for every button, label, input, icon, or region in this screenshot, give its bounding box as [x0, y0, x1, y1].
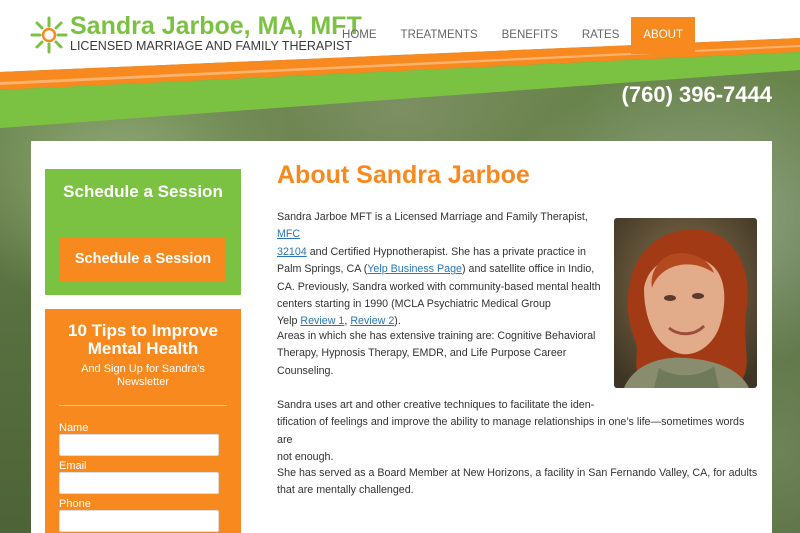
- site-logo[interactable]: Sandra Jarboe, MA, MFT LICENSED MARRIAGE…: [30, 12, 362, 58]
- nav-about[interactable]: ABOUT: [631, 17, 695, 54]
- newsletter-box: 10 Tips to Improve Mental Health And Sig…: [45, 309, 241, 533]
- text-line: that are mentally challenged.: [277, 484, 414, 497]
- newsletter-title-line2: Mental Health: [87, 339, 199, 358]
- text-line: Areas in which she has extensive trainin…: [277, 330, 596, 342]
- nav-treatments[interactable]: TREATMENTS: [389, 17, 490, 54]
- license-link[interactable]: MFC: [277, 228, 300, 240]
- name-field[interactable]: [59, 434, 219, 456]
- text-line: tification of feelings and improve the a…: [277, 416, 745, 446]
- main-nav: HOME TREATMENTS BENEFITS RATES ABOUT: [330, 17, 695, 54]
- review-2-link[interactable]: Review 2: [350, 315, 394, 327]
- nav-rates[interactable]: RATES: [570, 17, 632, 54]
- nav-home[interactable]: HOME: [330, 17, 389, 54]
- yelp-business-link[interactable]: Yelp Business Page: [367, 263, 462, 275]
- site-name: Sandra Jarboe, MA, MFT: [70, 12, 362, 40]
- text-line: Palm Springs, CA (Yelp Business Page) an…: [277, 261, 607, 278]
- board-paragraph: She has served as a Board Member at New …: [277, 465, 761, 500]
- text-line: not enough.: [277, 451, 334, 464]
- content-panel: Schedule a Session Schedule a Session 10…: [31, 141, 772, 533]
- text-line: CA. Previously, Sandra worked with commu…: [277, 280, 601, 293]
- newsletter-title: 10 Tips to Improve Mental Health: [45, 322, 241, 358]
- about-content: About Sandra Jarboe Sandra Jarboe MFT is…: [277, 141, 757, 533]
- text: ).: [394, 315, 401, 328]
- text-line: Counseling.: [277, 364, 334, 377]
- review-1-link[interactable]: Review 1: [300, 315, 344, 327]
- text: Palm Springs, CA (: [277, 263, 368, 276]
- portrait-photo: [614, 218, 757, 388]
- site-tagline: LICENSED MARRIAGE AND FAMILY THERAPIST: [70, 39, 353, 53]
- nav-benefits[interactable]: BENEFITS: [490, 17, 570, 54]
- newsletter-subtitle-line1: And Sign Up for Sandra's: [81, 363, 205, 375]
- page-title: About Sandra Jarboe: [277, 161, 530, 189]
- newsletter-subtitle-line2: Newsletter: [117, 376, 169, 388]
- text: ) and satellite office in Indio,: [461, 263, 595, 276]
- email-label: Email: [59, 460, 87, 472]
- newsletter-divider: [59, 405, 227, 406]
- sun-logo-icon: [30, 16, 68, 54]
- text-line: Sandra uses art and other creative techn…: [277, 399, 595, 411]
- schedule-session-button[interactable]: Schedule a Session: [60, 237, 226, 282]
- schedule-title: Schedule a Session: [63, 182, 223, 201]
- phone-field[interactable]: [59, 510, 219, 532]
- text-line: She has served as a Board Member at New …: [277, 467, 758, 479]
- license-number-link[interactable]: 32104: [277, 246, 307, 258]
- schedule-box: Schedule a Session Schedule a Session: [45, 169, 241, 295]
- email-field[interactable]: [59, 472, 219, 494]
- text: Sandra Jarboe MFT is a Licensed Marriage…: [277, 211, 588, 223]
- newsletter-subtitle: And Sign Up for Sandra's Newsletter: [65, 363, 221, 389]
- text: and Certified Hypnotherapist. She has a …: [306, 245, 586, 258]
- text-line: centers starting in 1990 (MCLA Psychiatr…: [277, 298, 551, 311]
- phone-label: Phone: [59, 498, 91, 510]
- intro-paragraph: Sandra Jarboe MFT is a Licensed Marriage…: [277, 209, 607, 331]
- newsletter-title-line1: 10 Tips to Improve: [68, 321, 218, 340]
- art-paragraph: Sandra uses art and other creative techn…: [277, 397, 761, 467]
- training-paragraph: Areas in which she has extensive trainin…: [277, 328, 607, 380]
- text-line: 32104 and Certified Hypnotherapist. She …: [277, 244, 607, 261]
- text-line: Sandra Jarboe MFT is a Licensed Marriage…: [277, 209, 607, 244]
- name-label: Name: [59, 422, 89, 434]
- phone-number[interactable]: (760) 396-7444: [622, 82, 772, 108]
- text: Yelp: [277, 315, 301, 328]
- text-line: Therapy, Hypnosis Therapy, EMDR, and Lif…: [277, 347, 567, 360]
- site-header: Sandra Jarboe, MA, MFT LICENSED MARRIAGE…: [0, 0, 800, 130]
